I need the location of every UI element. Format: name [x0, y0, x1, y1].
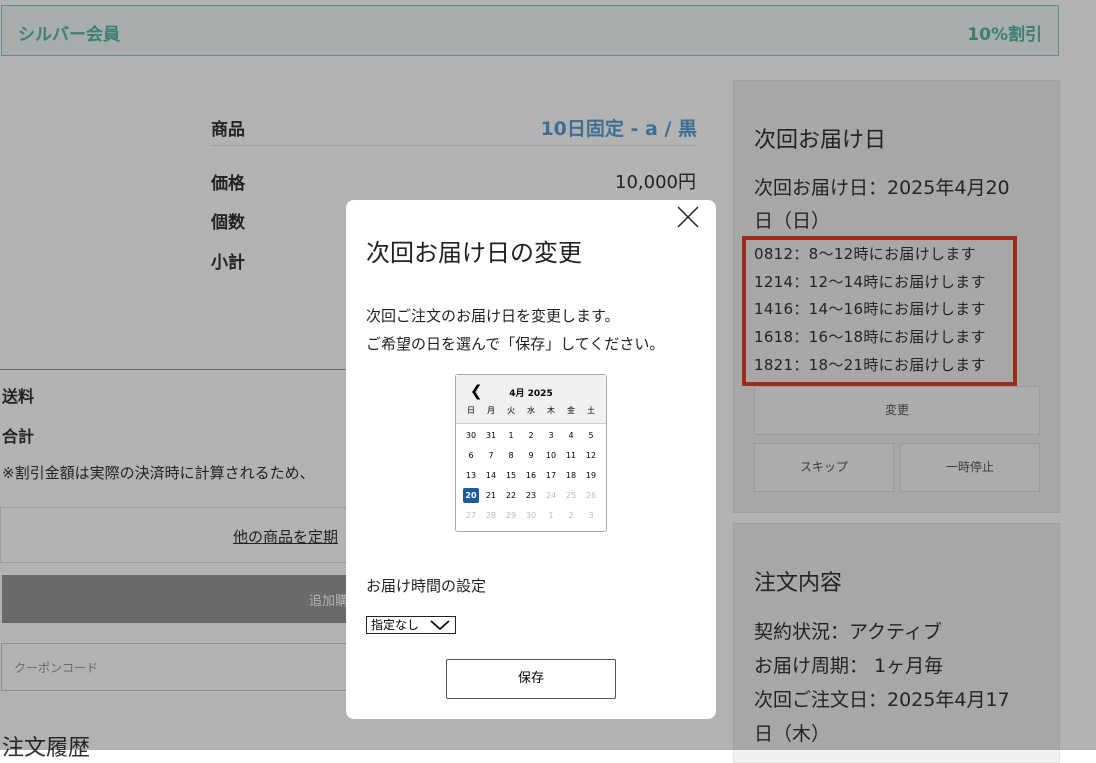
calendar-day[interactable]: 8	[503, 448, 519, 463]
modal-description: 次回ご注文のお届け日を変更します。 ご希望の日を選んで「保存」してください。	[366, 302, 664, 358]
calendar-day: 26	[585, 491, 597, 500]
close-icon[interactable]	[676, 205, 700, 229]
calendar-day: 28	[485, 511, 497, 520]
delivery-time-title: お届け時間の設定	[366, 577, 487, 595]
calendar-day: 2	[568, 511, 574, 520]
calendar-day[interactable]: 4	[563, 428, 579, 443]
chevron-down-icon	[430, 620, 450, 631]
calendar-day: 29	[505, 511, 517, 520]
delivery-time-select[interactable]: 指定なし	[366, 616, 456, 634]
calendar-day[interactable]: 23	[523, 488, 539, 503]
save-button[interactable]: 保存	[446, 659, 616, 699]
calendar-weekday: 水	[527, 406, 535, 415]
calendar-day: 30	[525, 511, 537, 520]
modal-description-line2: ご希望の日を選んで「保存」してください。	[366, 335, 665, 353]
calendar-day[interactable]: 6	[463, 448, 479, 463]
calendar-weekday: 月	[487, 406, 495, 415]
calendar-day[interactable]: 1	[503, 428, 519, 443]
calendar-day[interactable]: 13	[463, 468, 479, 483]
calendar-day[interactable]: 22	[503, 488, 519, 503]
calendar-day[interactable]: 15	[503, 468, 519, 483]
calendar-weekday: 木	[547, 406, 555, 415]
calendar-day[interactable]: 10	[543, 448, 559, 463]
calendar-day[interactable]: 5	[583, 428, 599, 443]
modal-title: 次回お届け日の変更	[366, 239, 582, 267]
modal-description-line1: 次回ご注文のお届け日を変更します。	[366, 307, 620, 325]
calendar-day[interactable]: 7	[483, 448, 499, 463]
calendar-day[interactable]: 20	[463, 488, 479, 503]
calendar-day: 25	[565, 491, 577, 500]
calendar-day[interactable]: 3	[543, 428, 559, 443]
calendar-weekday: 火	[507, 406, 515, 415]
calendar-day[interactable]: 12	[583, 448, 599, 463]
calendar-weekday: 日	[467, 406, 475, 415]
calendar-day[interactable]: 18	[563, 468, 579, 483]
calendar-day[interactable]: 14	[483, 468, 499, 483]
calendar-day[interactable]: 30	[463, 428, 479, 443]
calendar-day[interactable]: 11	[563, 448, 579, 463]
date-picker-calendar: ❮ 4月 2025 日月火水木金土 30 31 1 2 3 4 5 6 7 8 9 10 11 12 13 14…	[455, 374, 607, 532]
calendar-weekday: 土	[587, 406, 595, 415]
calendar-day[interactable]: 21	[483, 488, 499, 503]
delivery-time-select-value: 指定なし	[371, 618, 420, 632]
calendar-month-label: 4月 2025	[509, 389, 553, 399]
calendar-day: 27	[465, 511, 477, 520]
calendar-day[interactable]: 9	[523, 448, 539, 463]
calendar-day[interactable]: 19	[583, 468, 599, 483]
calendar-day[interactable]: 31	[483, 428, 499, 443]
calendar-day[interactable]: 2	[523, 428, 539, 443]
calendar-day[interactable]: 17	[543, 468, 559, 483]
calendar-day: 24	[545, 491, 557, 500]
calendar-day[interactable]: 16	[523, 468, 539, 483]
calendar-day: 3	[588, 511, 594, 520]
change-delivery-modal: 次回お届け日の変更 次回ご注文のお届け日を変更します。 ご希望の日を選んで「保存…	[346, 200, 716, 719]
calendar-weekday: 金	[567, 406, 575, 415]
calendar-day: 1	[548, 511, 554, 520]
calendar-header: ❮ 4月 2025	[456, 375, 606, 424]
